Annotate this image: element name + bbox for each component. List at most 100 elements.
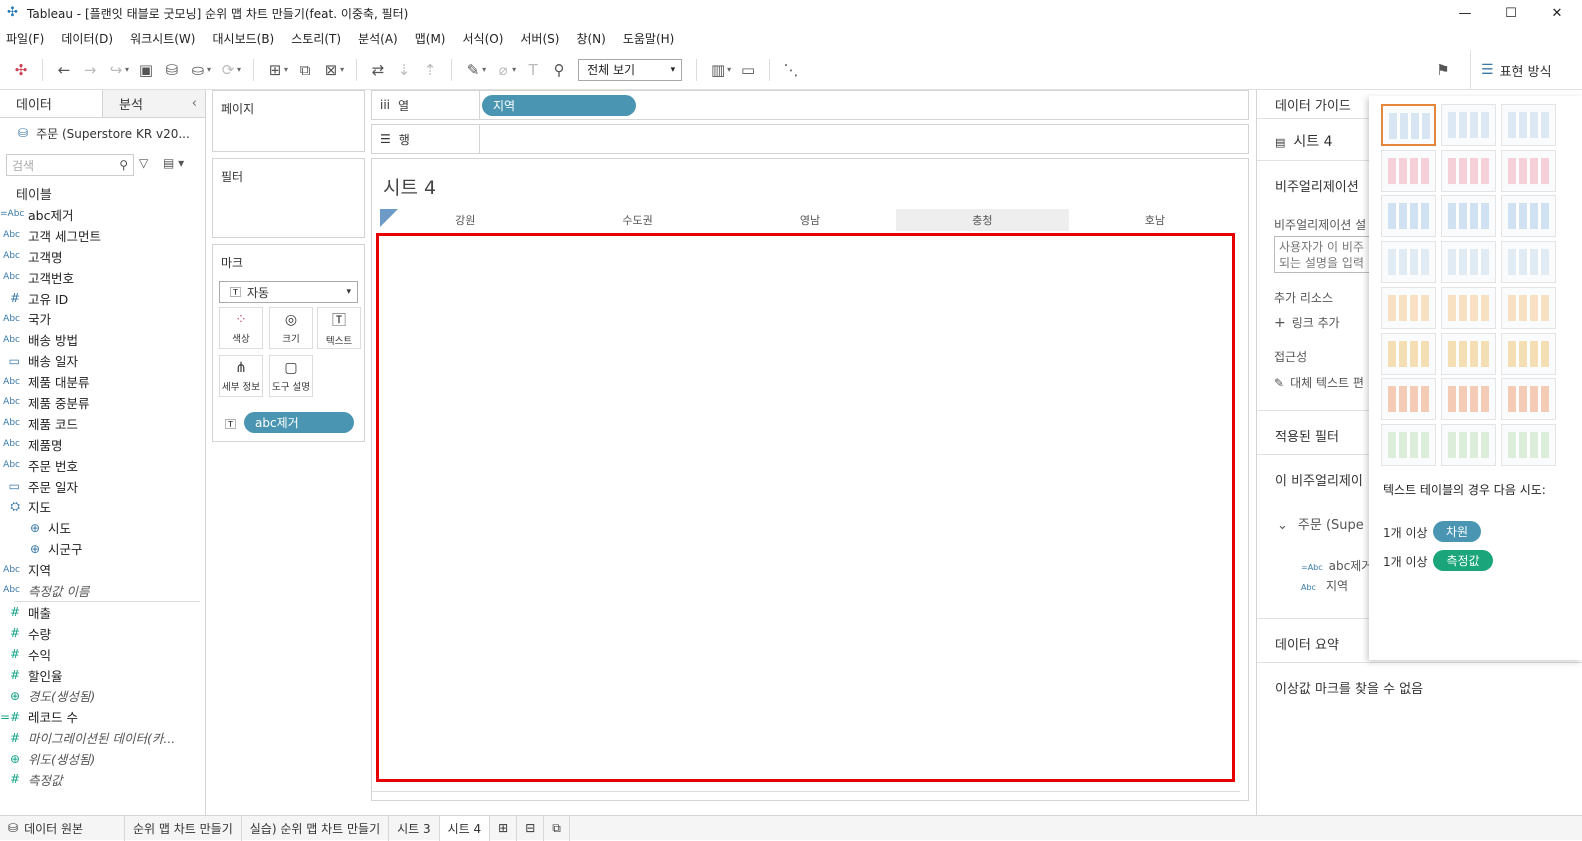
menu-window[interactable]: 창(N) bbox=[576, 30, 605, 47]
close-button[interactable]: ✕ bbox=[1534, 0, 1580, 26]
chart-type-thumbnail[interactable] bbox=[1441, 423, 1496, 466]
field-item[interactable]: ▭ 주문 일자 bbox=[0, 476, 206, 497]
chart-type-thumbnail[interactable] bbox=[1501, 332, 1556, 375]
source-item[interactable]: ⌄ 주문 (Supe bbox=[1277, 514, 1364, 533]
chart-type-thumbnail[interactable] bbox=[1381, 195, 1436, 238]
field-item[interactable]: Abc 측정값 이름 bbox=[0, 580, 206, 601]
chart-type-thumbnail[interactable] bbox=[1381, 286, 1436, 329]
chart-type-thumbnail[interactable] bbox=[1501, 241, 1556, 284]
labels-icon[interactable]: T bbox=[520, 57, 546, 83]
menu-worksheet[interactable]: 워크시트(W) bbox=[130, 30, 195, 47]
field-item[interactable]: Abc 제품 코드 bbox=[0, 413, 206, 434]
column-header[interactable]: 영남 bbox=[724, 209, 896, 231]
field-item[interactable]: # 할인율 bbox=[0, 665, 206, 686]
tab-sheet-active[interactable]: 시트 4 bbox=[439, 815, 491, 841]
field-item[interactable]: =Abc abc제거 bbox=[0, 204, 206, 225]
field-item[interactable]: ⊕ 경도(생성됨) bbox=[0, 685, 206, 706]
mark-pill[interactable]: abc제거 bbox=[244, 412, 354, 433]
size-button[interactable]: ◎ 크기 bbox=[269, 307, 313, 349]
datasource-item[interactable]: ⛁ 주문 (Superstore KR v20... bbox=[0, 118, 205, 148]
sort-ascending-icon[interactable]: ⇣ bbox=[391, 57, 417, 83]
field-item[interactable]: Abc 고객 세그먼트 bbox=[0, 225, 206, 246]
column-header[interactable]: 호남 bbox=[1069, 209, 1241, 231]
field-item[interactable]: Abc 고객번호 bbox=[0, 267, 206, 288]
field-item[interactable]: Abc 고객명 bbox=[0, 246, 206, 267]
minimize-button[interactable]: — bbox=[1442, 0, 1488, 26]
chart-type-thumbnail[interactable] bbox=[1441, 195, 1496, 238]
field-item[interactable]: ⊕ 시도 bbox=[0, 517, 206, 538]
field-item[interactable]: Abc 주문 번호 bbox=[0, 455, 206, 476]
chart-type-thumbnail[interactable] bbox=[1501, 195, 1556, 238]
chart-type-thumbnail[interactable] bbox=[1501, 423, 1556, 466]
maximize-button[interactable]: ☐ bbox=[1488, 0, 1534, 26]
search-input[interactable]: 검색 ⚲ bbox=[6, 154, 134, 176]
columns-shelf[interactable]: iii 열 지역 bbox=[371, 90, 1249, 120]
chart-type-thumbnail[interactable] bbox=[1441, 378, 1496, 421]
field-item[interactable]: ⊕ 시군구 bbox=[0, 538, 206, 559]
chart-type-thumbnail[interactable] bbox=[1441, 332, 1496, 375]
duplicate-sheet-icon[interactable]: ⧉ bbox=[292, 57, 318, 83]
new-datasource-icon[interactable]: ⛁ bbox=[159, 57, 185, 83]
chart-type-thumbnail[interactable] bbox=[1441, 149, 1496, 192]
collapse-icon[interactable]: ‹ bbox=[192, 96, 197, 111]
chart-type-thumbnail[interactable] bbox=[1501, 104, 1556, 146]
save-icon[interactable]: ▣ bbox=[133, 57, 159, 83]
add-link-button[interactable]: + 링크 추가 bbox=[1274, 314, 1340, 331]
pages-shelf[interactable]: 페이지 bbox=[212, 90, 365, 152]
columns-pill[interactable]: 지역 bbox=[482, 94, 636, 116]
menu-analysis[interactable]: 분석(A) bbox=[358, 30, 398, 47]
chart-type-thumbnail[interactable] bbox=[1441, 104, 1496, 146]
tab-sheet[interactable]: 순위 맵 차트 만들기 bbox=[125, 815, 242, 841]
redo-icon[interactable]: → bbox=[77, 57, 103, 83]
tab-sheet[interactable]: 실습) 순위 맵 차트 만들기 bbox=[242, 815, 390, 841]
menu-file[interactable]: 파일(F) bbox=[6, 30, 44, 47]
chart-type-thumbnail[interactable] bbox=[1381, 423, 1436, 466]
chart-type-thumbnail[interactable] bbox=[1441, 286, 1496, 329]
menu-data[interactable]: 데이터(D) bbox=[61, 30, 113, 47]
swap-icon[interactable]: ⇄ bbox=[365, 57, 391, 83]
filter-icon[interactable]: ▽ bbox=[139, 156, 148, 170]
field-item[interactable]: # 측정값 bbox=[0, 769, 206, 790]
field-item[interactable]: # 마이그레이션된 데이터(카... bbox=[0, 727, 206, 748]
tableau-start-icon[interactable]: ✣ bbox=[8, 57, 34, 83]
viz-desc-input[interactable]: 사용자가 이 비주 되는 설명을 입력 bbox=[1274, 236, 1374, 273]
chart-type-thumbnail[interactable] bbox=[1381, 378, 1436, 421]
filters-shelf[interactable]: 필터 bbox=[212, 158, 365, 238]
field-item[interactable]: ▭ 배송 일자 bbox=[0, 350, 206, 371]
detail-button[interactable]: ⋔ 세부 정보 bbox=[219, 355, 263, 397]
menu-dashboard[interactable]: 대시보드(B) bbox=[212, 30, 274, 47]
text-button[interactable]: 🅃 텍스트 bbox=[317, 307, 361, 349]
new-story-icon[interactable]: ⧉ bbox=[544, 815, 570, 841]
presentation-icon[interactable]: ▭ bbox=[735, 57, 761, 83]
field-item[interactable]: ⊕ 위도(생성됨) bbox=[0, 748, 206, 769]
chart-type-thumbnail[interactable] bbox=[1381, 104, 1436, 146]
field-item[interactable]: # 고유 ID bbox=[0, 288, 206, 309]
tooltip-button[interactable]: ▢ 도구 설명 bbox=[269, 355, 313, 397]
pin-icon[interactable]: ⚲ bbox=[546, 57, 572, 83]
chart-type-thumbnail[interactable] bbox=[1501, 286, 1556, 329]
fit-view-select[interactable]: 전체 보기 ▾ bbox=[578, 58, 683, 81]
rows-shelf[interactable]: ☰ 행 bbox=[371, 124, 1249, 154]
tab-analysis[interactable]: 분석 ‹ bbox=[102, 90, 205, 117]
pin-toolbar-icon[interactable]: ⚑ bbox=[1430, 57, 1456, 83]
field-item[interactable]: =# 레코드 수 bbox=[0, 706, 206, 727]
chart-type-thumbnail[interactable] bbox=[1381, 149, 1436, 192]
view-canvas[interactable]: 시트 4 강원 수도권 영남 충청 호남 bbox=[371, 158, 1249, 801]
color-button[interactable]: ⁘ 색상 bbox=[219, 307, 263, 349]
mark-type-select[interactable]: 🅃 자동 ▾ bbox=[219, 281, 358, 303]
chart-type-thumbnail[interactable] bbox=[1501, 378, 1556, 421]
view-list-icon[interactable]: ▤ ▾ bbox=[163, 156, 184, 170]
field-item[interactable]: # 수량 bbox=[0, 623, 206, 644]
chart-type-thumbnail[interactable] bbox=[1441, 241, 1496, 284]
alt-text-button[interactable]: ✎ 대체 텍스트 편 bbox=[1274, 374, 1364, 391]
new-dashboard-icon[interactable]: ⊟ bbox=[517, 815, 545, 841]
sort-descending-icon[interactable]: ⇡ bbox=[417, 57, 443, 83]
field-item[interactable]: Abc 국가 bbox=[0, 308, 206, 329]
chart-type-thumbnail[interactable] bbox=[1381, 241, 1436, 284]
show-me-button[interactable]: ☰ 표현 방식 bbox=[1470, 50, 1582, 90]
field-item[interactable]: Abc 배송 방법 bbox=[0, 329, 206, 350]
field-item[interactable]: # 수익 bbox=[0, 644, 206, 665]
menu-server[interactable]: 서버(S) bbox=[520, 30, 559, 47]
menu-map[interactable]: 맵(M) bbox=[415, 30, 446, 47]
field-item[interactable]: # 매출 bbox=[0, 602, 206, 623]
